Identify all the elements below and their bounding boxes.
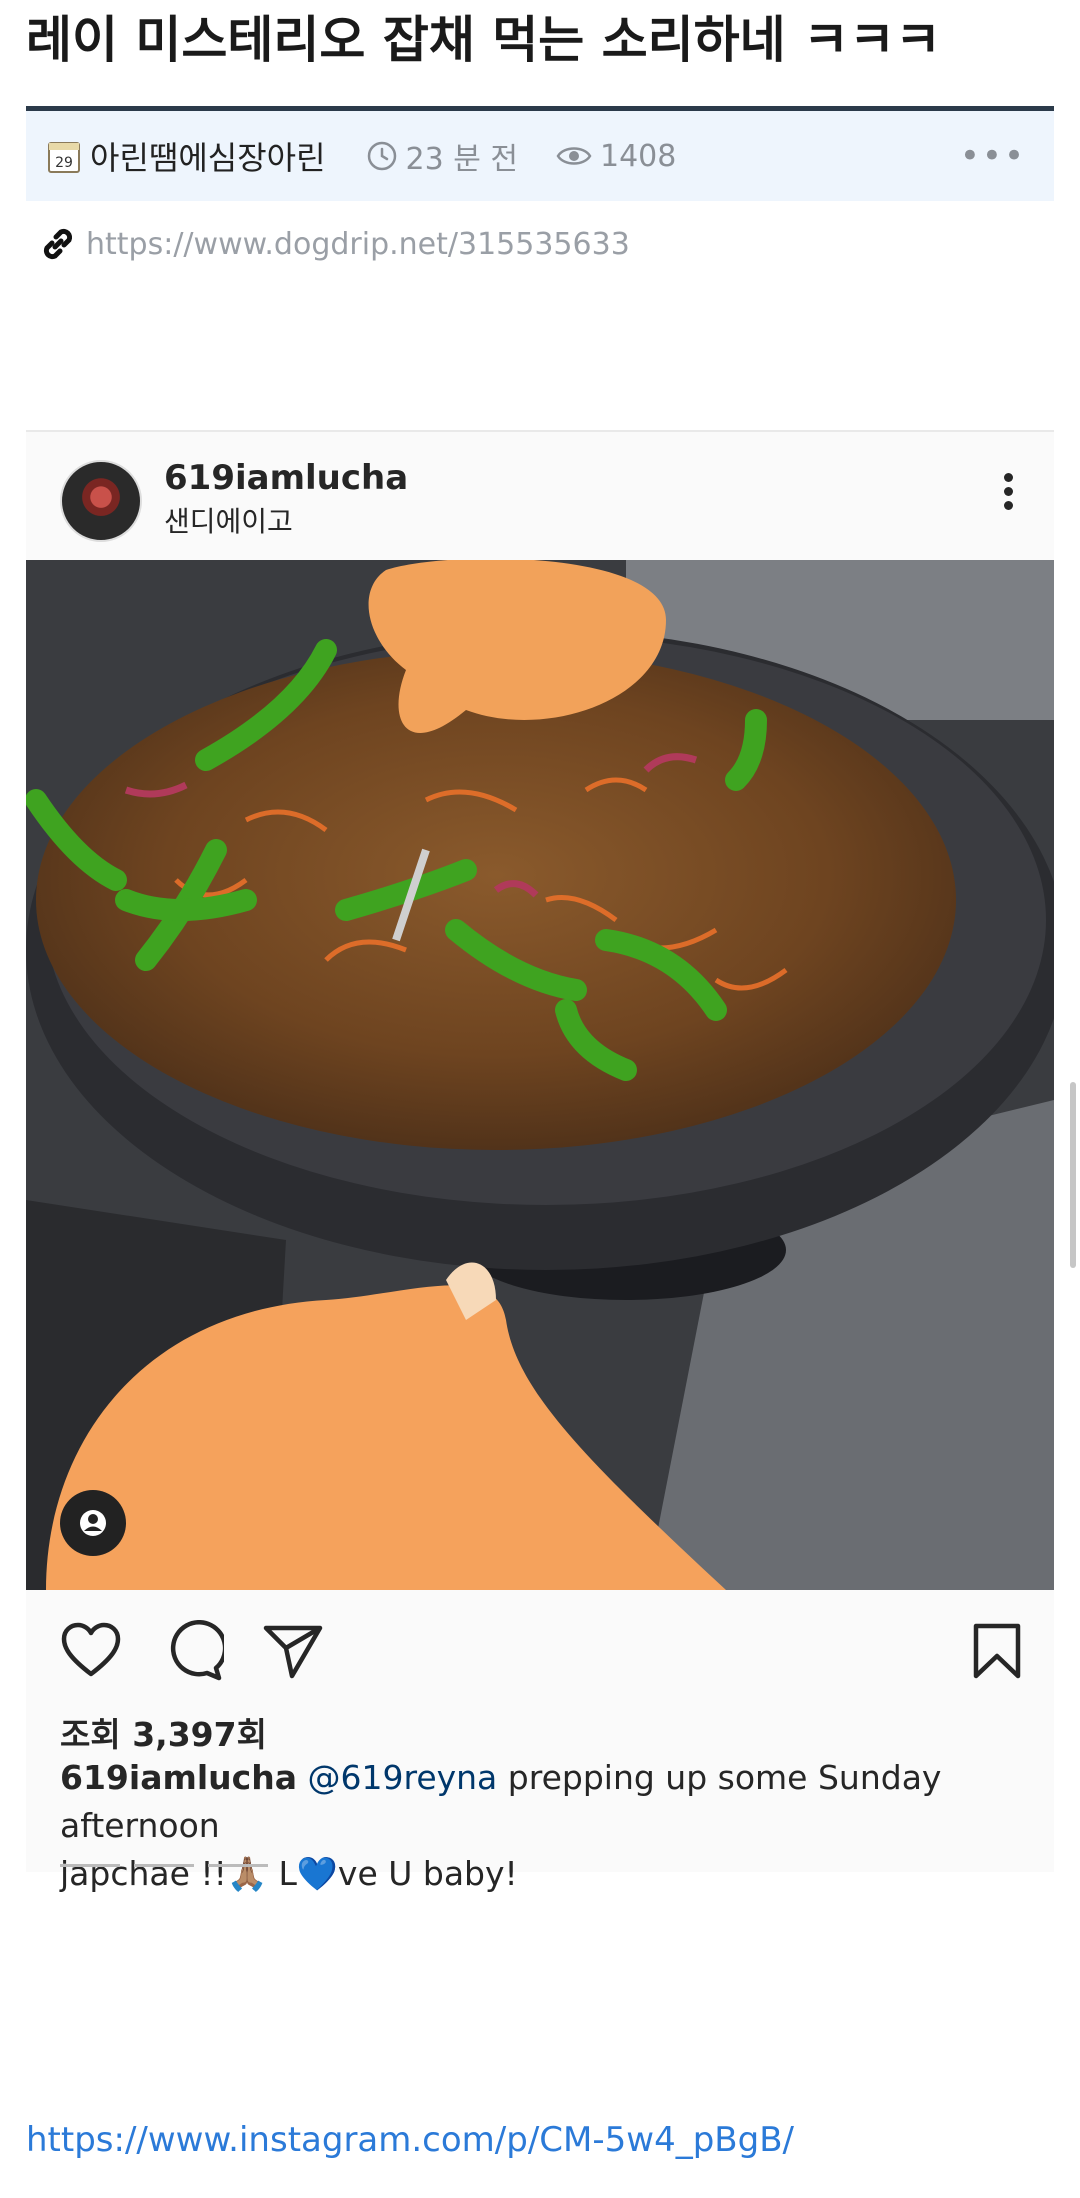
view-count-label: 조회 3,397회 xyxy=(60,1715,267,1754)
clock-icon xyxy=(366,140,398,172)
post-title: 레이 미스테리오 잡채 먹는 소리하네 ㅋㅋㅋ xyxy=(26,11,942,69)
ig-username[interactable]: 619iamlucha xyxy=(164,458,408,498)
bookmark-icon[interactable] xyxy=(966,1620,1028,1682)
svg-text:29: 29 xyxy=(55,155,73,171)
calendar-icon: 29 xyxy=(48,139,80,173)
caption-username[interactable]: 619iamlucha xyxy=(60,1758,297,1797)
ig-action-bar xyxy=(26,1590,1054,1700)
view-count: 1408 xyxy=(599,138,677,174)
source-link-row[interactable]: https://www.dogdrip.net/315535633 xyxy=(38,222,630,266)
scrollbar[interactable] xyxy=(1070,1082,1076,1268)
more-options-icon[interactable]: ••• xyxy=(960,136,1026,176)
post-meta-bar: 29 아린땜에심장아린 23 분 전 1408 ••• xyxy=(26,111,1054,201)
post-time: 23 분 전 xyxy=(405,142,518,177)
eye-icon xyxy=(556,143,592,169)
instagram-embed: 619iamlucha 샌디에이고 조회 3,397회 619iamlucha … xyxy=(26,432,1054,1893)
post-photo[interactable] xyxy=(26,560,1054,1590)
avatar[interactable] xyxy=(60,460,142,542)
author-name[interactable]: 아린땜에심장아린 xyxy=(90,133,326,179)
caption-text-line2: japchae !!🙏🏽 L💙ve U baby! xyxy=(60,1854,518,1893)
source-url[interactable]: https://www.dogdrip.net/315535633 xyxy=(86,227,630,262)
comment-icon[interactable] xyxy=(162,1620,224,1682)
kebab-menu-icon[interactable] xyxy=(1002,470,1014,516)
caption-mention[interactable]: @619reyna xyxy=(307,1758,497,1797)
ig-post-header: 619iamlucha 샌디에이고 xyxy=(26,432,1054,560)
ig-location[interactable]: 샌디에이고 xyxy=(164,500,293,540)
truncated-text-edge xyxy=(60,1864,360,1872)
instagram-link[interactable]: https://www.instagram.com/p/CM-5w4_pBgB/ xyxy=(26,2120,794,2160)
tagged-user-button[interactable] xyxy=(60,1490,126,1556)
share-icon[interactable] xyxy=(262,1620,324,1682)
user-icon xyxy=(80,1510,106,1536)
japchae-pan-illustration xyxy=(26,560,1054,1590)
ig-caption: 619iamlucha @619reyna prepping up some S… xyxy=(60,1754,1030,1898)
heart-icon[interactable] xyxy=(60,1620,122,1682)
link-icon xyxy=(38,224,78,264)
